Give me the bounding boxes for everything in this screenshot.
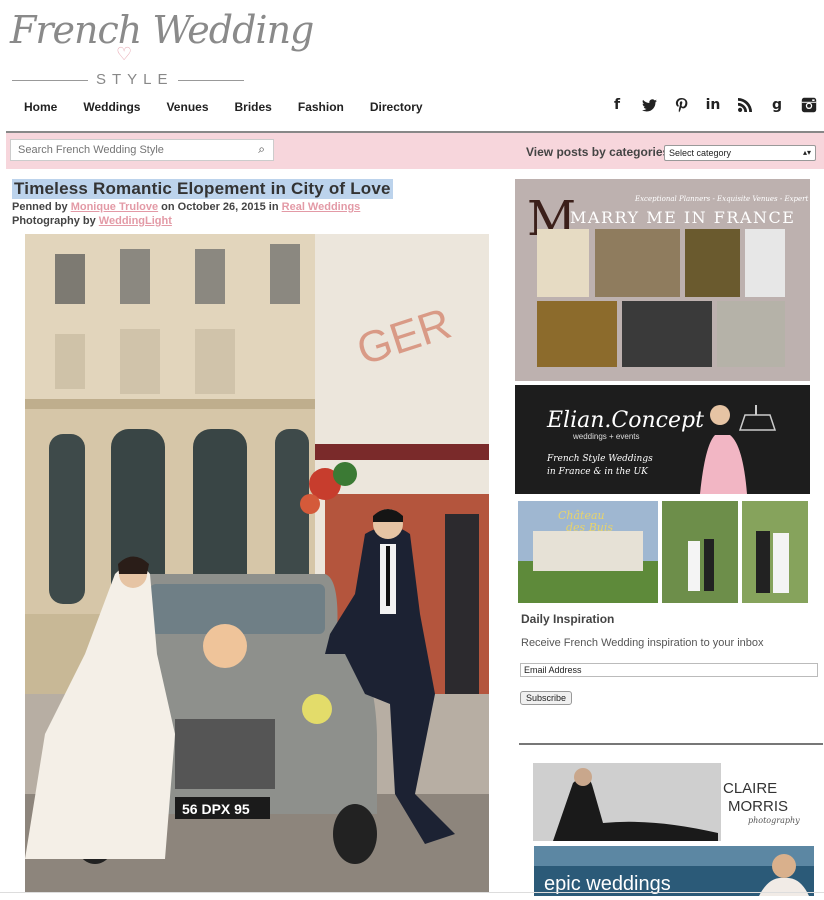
- elian-line2: in France & in the UK: [547, 467, 649, 477]
- linkedin-icon[interactable]: in: [702, 94, 724, 116]
- author-link[interactable]: Monique Trulove: [71, 201, 158, 213]
- site-logo[interactable]: French Wedding ♡ STYLE: [10, 4, 314, 90]
- chateau-name2: des Buis: [566, 521, 613, 534]
- subscribe-button[interactable]: Subscribe: [520, 691, 573, 705]
- daily-inspiration-title: Daily Inspiration: [521, 612, 615, 626]
- pinterest-icon[interactable]: [670, 94, 692, 116]
- license-plate: 56 DPX 95: [182, 801, 250, 817]
- page-bottom-edge: [0, 892, 824, 893]
- nav-weddings[interactable]: Weddings: [83, 100, 140, 114]
- nav-directory[interactable]: Directory: [370, 100, 423, 114]
- instagram-icon[interactable]: [798, 94, 820, 116]
- category-select-value: Select category: [669, 148, 732, 158]
- facebook-icon[interactable]: f: [606, 94, 628, 116]
- nav-venues[interactable]: Venues: [166, 100, 208, 114]
- twitter-icon[interactable]: [638, 94, 660, 116]
- nav-brides[interactable]: Brides: [235, 100, 272, 114]
- daily-inspiration-subtitle: Receive French Wedding inspiration to yo…: [521, 637, 764, 649]
- elian-sub: weddings + events: [572, 432, 640, 441]
- categories-label: View posts by categories:: [526, 145, 674, 159]
- category-link[interactable]: Real Weddings: [282, 201, 361, 213]
- date-prefix: on: [161, 201, 175, 213]
- google-plus-icon[interactable]: g: [766, 94, 788, 116]
- post-byline: Penned by Monique Trulove on October 26,…: [12, 201, 360, 213]
- post-date: October 26, 2015: [177, 201, 266, 213]
- elian-line1: French Style Weddings: [546, 454, 653, 464]
- marry-tagline: Exceptional Planners - Exquisite Venues …: [634, 195, 810, 203]
- search-box: ⌕: [10, 139, 274, 161]
- select-arrows-icon: ▴▾: [802, 148, 811, 157]
- ad-elian-concept[interactable]: Elian.Concept weddings + events French S…: [515, 385, 810, 494]
- logo-rule-left: [12, 80, 88, 81]
- social-links: f in g: [606, 94, 820, 116]
- photo-prefix: Photography by: [12, 215, 96, 227]
- ad-marry-me-in-france[interactable]: M Exceptional Planners - Exquisite Venue…: [515, 179, 810, 381]
- search-input[interactable]: [11, 140, 241, 160]
- email-field[interactable]: Email Address: [520, 663, 818, 677]
- nav-home[interactable]: Home: [24, 100, 57, 114]
- ad-epic-weddings[interactable]: epic weddings: [534, 846, 814, 896]
- category-select[interactable]: Select category ▴▾: [664, 145, 816, 161]
- heart-icon: ♡: [116, 44, 133, 64]
- sidebar-divider: [519, 743, 823, 745]
- elian-title: Elian.Concept: [546, 408, 704, 433]
- post-photo-credit: Photography by WeddingLight: [12, 215, 172, 227]
- photographer-link[interactable]: WeddingLight: [99, 215, 172, 227]
- post-main-photo[interactable]: GER 56 DPX 95: [25, 234, 489, 892]
- post-title[interactable]: Timeless Romantic Elopement in City of L…: [12, 179, 393, 199]
- claire-name1: CLAIRE: [723, 780, 777, 797]
- logo-rule-right: [178, 80, 244, 81]
- main-nav: Home Weddings Venues Brides Fashion Dire…: [24, 100, 423, 114]
- marry-title: MARRY ME IN FRANCE: [570, 208, 795, 227]
- logo-script-text: French Wedding: [10, 8, 314, 52]
- rss-icon[interactable]: [734, 94, 756, 116]
- penned-prefix: Penned by: [12, 201, 68, 213]
- search-icon[interactable]: ⌕: [258, 142, 265, 157]
- nav-fashion[interactable]: Fashion: [298, 100, 344, 114]
- claire-name2: MORRIS: [728, 798, 788, 815]
- in-prefix: in: [268, 201, 279, 213]
- search-band: ⌕ View posts by categories: Select categ…: [6, 131, 824, 169]
- claire-sub: photography: [748, 816, 800, 825]
- logo-style-text: STYLE: [96, 71, 174, 88]
- ad-chateau-des-buis[interactable]: Château des Buis: [518, 501, 808, 603]
- ad-claire-morris[interactable]: CLAIRE MORRIS photography: [533, 763, 815, 841]
